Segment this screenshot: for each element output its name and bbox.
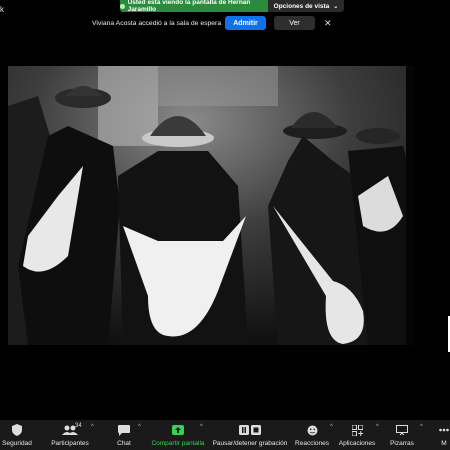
- waiting-room-message: Viviana Acosta accedió a la sala de espe…: [92, 19, 222, 27]
- pause-stop-icon: [239, 424, 261, 436]
- share-screen-label: Compartir pantalla: [151, 440, 205, 447]
- reactions-label: Reacciones: [295, 440, 329, 447]
- record-label: Pausar/detener grabación: [212, 440, 288, 447]
- apps-caret-icon[interactable]: ^: [376, 424, 379, 430]
- share-screen-icon: [172, 424, 184, 436]
- whiteboards-label: Pizarras: [390, 440, 414, 447]
- meeting-toolbar: Seguridad Participantes 34 ^ Chat ^ Comp…: [0, 420, 450, 450]
- shield-icon: [12, 424, 22, 436]
- more-button[interactable]: M: [438, 420, 450, 450]
- participants-count: 34: [75, 423, 82, 429]
- apps-label: Aplicaciones: [338, 440, 376, 447]
- screen-share-banner: Usted está viendo la pantalla de Hernan …: [120, 0, 268, 13]
- share-caret-icon[interactable]: ^: [200, 424, 203, 430]
- chat-caret-icon[interactable]: ^: [138, 424, 141, 430]
- emoji-icon: [307, 424, 318, 436]
- more-icon: [439, 424, 449, 436]
- admit-button[interactable]: Admitir: [225, 16, 266, 30]
- view-options-button[interactable]: Opciones de vista ⌄: [268, 0, 344, 12]
- apps-button[interactable]: Aplicaciones: [338, 420, 376, 450]
- participants-caret-icon[interactable]: ^: [91, 424, 94, 430]
- reactions-caret-icon[interactable]: ^: [330, 424, 333, 430]
- security-label: Seguridad: [2, 440, 32, 447]
- waiting-room-notification: Viviana Acosta accedió a la sala de espe…: [92, 14, 335, 32]
- chat-button[interactable]: Chat: [112, 420, 136, 450]
- whiteboards-caret-icon[interactable]: ^: [420, 424, 423, 430]
- whiteboards-button[interactable]: Pizarras: [388, 420, 416, 450]
- share-indicator-icon: [120, 3, 125, 9]
- chat-label: Chat: [117, 440, 131, 447]
- security-button[interactable]: Seguridad: [0, 420, 34, 450]
- top-left-label: k: [0, 5, 4, 14]
- share-banner-text: Usted está viendo la pantalla de Hernan …: [127, 0, 251, 13]
- view-options-label: Opciones de vista: [273, 2, 330, 10]
- close-icon[interactable]: ✕: [324, 18, 332, 29]
- record-button[interactable]: Pausar/detener grabación: [212, 420, 288, 450]
- chevron-down-icon: ⌄: [333, 3, 339, 10]
- participants-label: Participantes: [51, 440, 89, 447]
- reactions-button[interactable]: Reacciones: [295, 420, 329, 450]
- participants-button[interactable]: Participantes: [46, 420, 94, 450]
- see-button[interactable]: Ver: [274, 16, 315, 30]
- apps-icon: [351, 424, 363, 436]
- more-label: M: [441, 440, 447, 447]
- shared-screen-photo: [8, 66, 414, 345]
- share-screen-button[interactable]: Compartir pantalla: [150, 420, 206, 450]
- chat-icon: [118, 424, 130, 436]
- whiteboard-icon: [396, 424, 408, 436]
